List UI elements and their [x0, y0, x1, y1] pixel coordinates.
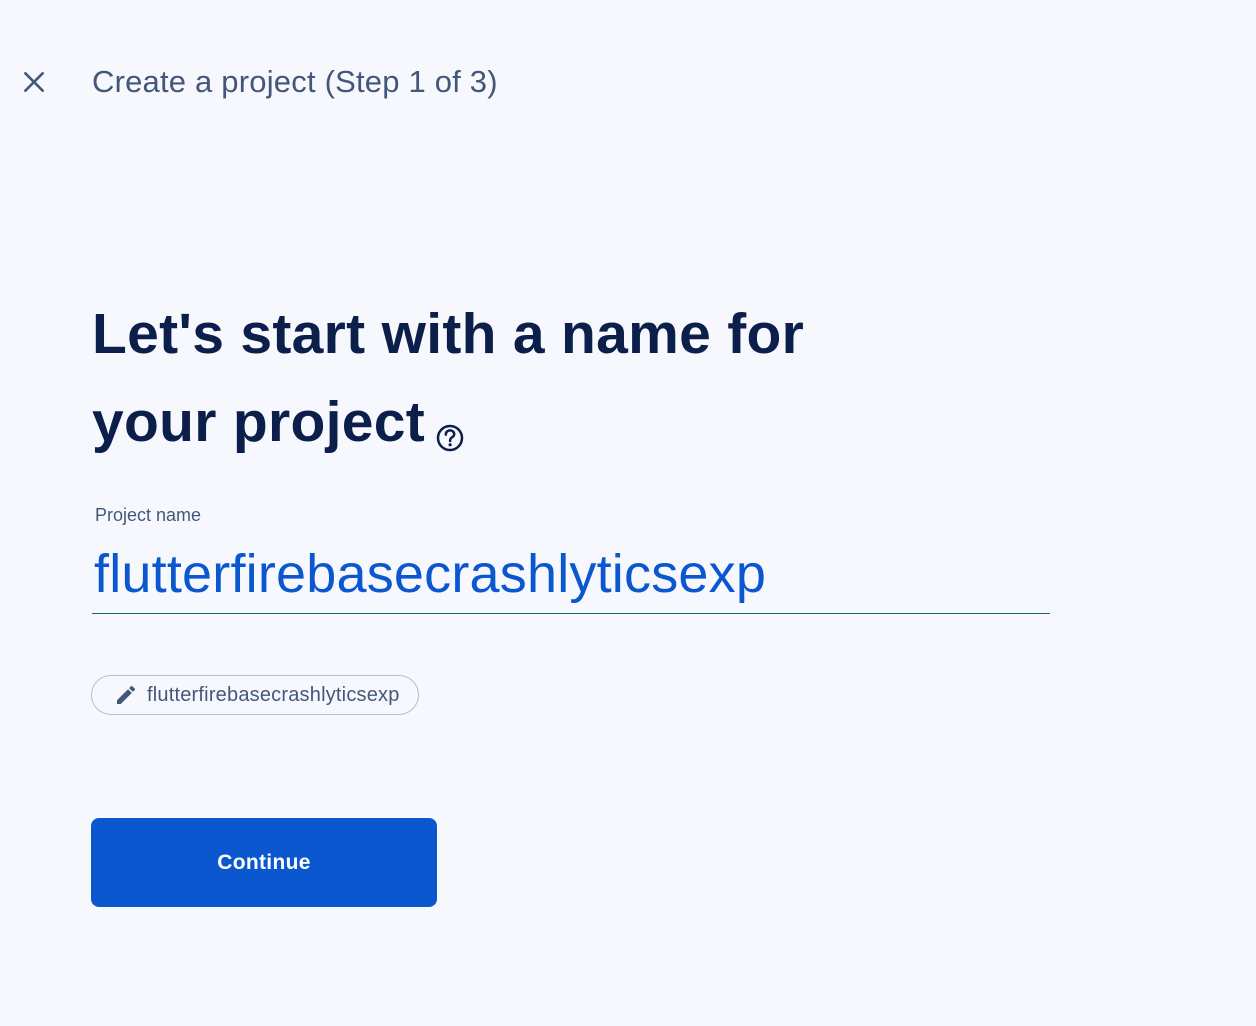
heading-line-2-text: your project [92, 390, 425, 454]
heading-line-1: Let's start with a name for [92, 302, 805, 366]
project-id-chip[interactable]: flutterfirebasecrashlyticsexp [91, 675, 419, 715]
close-icon [24, 72, 44, 92]
project-name-input[interactable] [92, 534, 1050, 614]
main-heading: Let's start with a name for your project [92, 290, 892, 466]
top-bar: Create a project (Step 1 of 3) [0, 0, 1256, 160]
continue-button[interactable]: Continue [91, 818, 437, 907]
project-name-label: Project name [95, 505, 202, 525]
page-title: Create a project (Step 1 of 3) [92, 64, 498, 99]
help-circle-icon[interactable] [435, 390, 465, 452]
close-button[interactable] [14, 62, 54, 102]
heading-line-2: your project [92, 378, 892, 466]
project-id-text: flutterfirebasecrashlyticsexp [147, 683, 400, 706]
pencil-icon [117, 685, 136, 704]
